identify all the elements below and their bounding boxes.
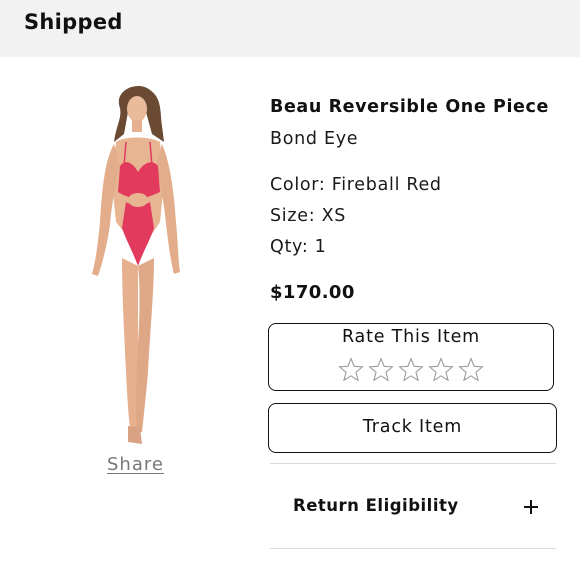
product-quantity: Qty: 1 [270,237,327,257]
product-size: Size: XS [270,206,347,226]
return-eligibility-toggle[interactable]: Return Eligibility [270,464,556,548]
star-rating [269,357,553,383]
star-outline-icon[interactable] [428,357,454,383]
product-name: Beau Reversible One Piece [270,97,549,117]
track-item-button[interactable]: Track Item [268,403,557,453]
order-status-header: Shipped [0,0,580,57]
star-outline-icon[interactable] [458,357,484,383]
product-image[interactable] [80,82,190,450]
product-color: Color: Fireball Red [270,175,442,195]
product-brand: Bond Eye [270,129,359,149]
plus-icon [524,500,538,514]
star-outline-icon[interactable] [368,357,394,383]
rate-item-panel: Rate This Item [268,323,554,391]
star-outline-icon[interactable] [338,357,364,383]
order-status-title: Shipped [24,10,123,34]
section-divider [270,548,556,549]
share-link[interactable]: Share [107,454,164,475]
return-eligibility-label: Return Eligibility [293,496,459,515]
product-price: $170.00 [270,282,355,303]
star-outline-icon[interactable] [398,357,424,383]
rate-item-label: Rate This Item [341,327,481,347]
